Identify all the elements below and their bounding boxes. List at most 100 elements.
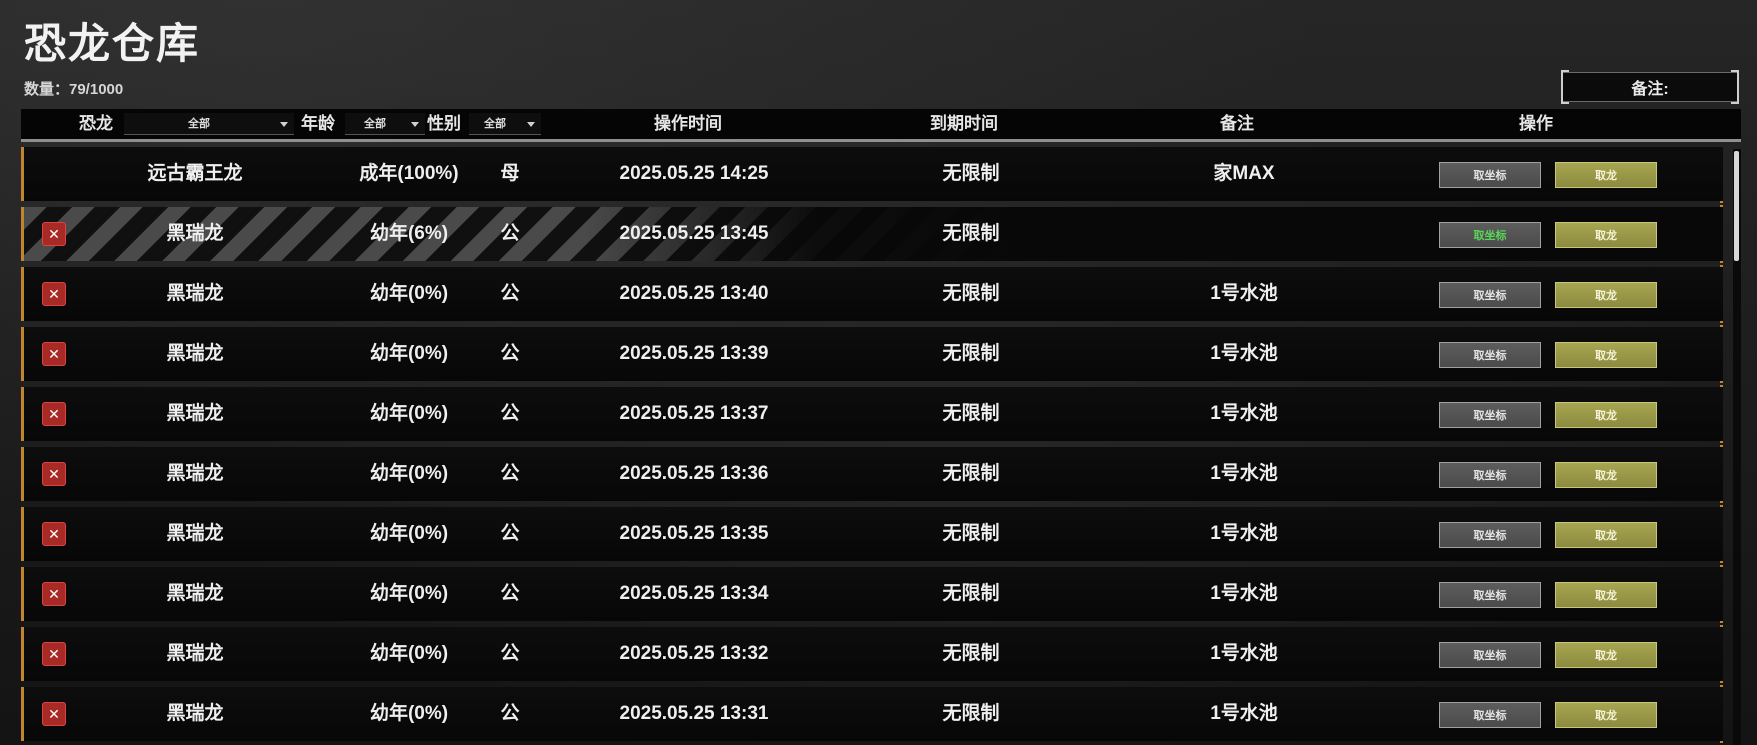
column-action: 操作 [1519,114,1553,133]
column-gender: 性别 [427,114,461,133]
dino-note: 1号水池 [1210,343,1278,364]
close-icon[interactable]: ✕ [42,702,66,726]
expire-time: 无限制 [942,463,1000,484]
table-row[interactable]: ✕ 黑瑞龙 幼年(0%) 公 2025.05.25 13:37 无限制 1号水池 取坐标 取龙 [21,385,1723,443]
take-dino-button[interactable]: 取龙 [1555,342,1657,368]
dino-note: 1号水池 [1210,703,1278,724]
close-icon[interactable]: ✕ [42,462,66,486]
dino-gender: 公 [500,223,520,244]
dino-gender: 母 [500,163,520,184]
close-icon[interactable]: ✕ [42,522,66,546]
close-icon[interactable]: ✕ [42,282,66,306]
operation-time: 2025.05.25 14:25 [619,163,769,184]
dino-filter-dropdown[interactable]: 全部 [124,113,294,135]
operation-time: 2025.05.25 13:35 [619,523,769,544]
operation-time: 2025.05.25 13:45 [619,223,769,244]
get-coordinates-button[interactable]: 取坐标 [1439,282,1541,308]
note-filter-button[interactable]: 备注: [1561,70,1739,104]
get-coordinates-button[interactable]: 取坐标 [1439,642,1541,668]
dino-name: 黑瑞龙 [166,463,224,484]
expire-time: 无限制 [942,643,1000,664]
page-title: 恐龙仓库 [24,20,201,67]
age-filter-dropdown[interactable]: 全部 [345,113,425,135]
table-row[interactable]: ✕ 黑瑞龙 幼年(0%) 公 2025.05.25 13:40 无限制 1号水池 取坐标 取龙 [21,265,1723,323]
chevron-down-icon [280,122,288,127]
take-dino-button[interactable]: 取龙 [1555,402,1657,428]
table-row[interactable]: ✕ 黑瑞龙 幼年(0%) 公 2025.05.25 13:34 无限制 1号水池 取坐标 取龙 [21,565,1723,623]
take-dino-button[interactable]: 取龙 [1555,162,1657,188]
dino-name: 黑瑞龙 [166,583,224,604]
dino-list: 远古霸王龙 成年(100%) 母 2025.05.25 14:25 无限制 家MAX 取坐标… [21,147,1723,745]
close-icon[interactable]: ✕ [42,642,66,666]
take-dino-button[interactable]: 取龙 [1555,642,1657,668]
dino-note: 1号水池 [1210,523,1278,544]
table-header: 恐龙 全部 年龄 全部 性别 全部 操作时间 到期时间 备注 操作 [21,109,1741,142]
column-dino: 恐龙 [79,114,113,133]
close-icon[interactable]: ✕ [42,342,66,366]
column-note: 备注 [1220,114,1254,133]
table-row[interactable]: 远古霸王龙 成年(100%) 母 2025.05.25 14:25 无限制 家MAX 取坐标… [21,147,1723,203]
operation-time: 2025.05.25 13:40 [619,283,769,304]
dino-name: 远古霸王龙 [147,163,243,184]
dino-note: 家MAX [1213,163,1275,184]
operation-time: 2025.05.25 13:36 [619,463,769,484]
expire-time: 无限制 [942,703,1000,724]
take-dino-button[interactable]: 取龙 [1555,522,1657,548]
dino-name: 黑瑞龙 [166,403,224,424]
dino-name: 黑瑞龙 [166,703,224,724]
operation-time: 2025.05.25 13:34 [619,583,769,604]
close-icon[interactable]: ✕ [42,222,66,246]
note-filter-label: 备注: [1631,81,1669,98]
get-coordinates-button[interactable]: 取坐标 [1439,342,1541,368]
table-row[interactable]: ✕ 黑瑞龙 幼年(0%) 公 2025.05.25 13:35 无限制 1号水池 取坐标 取龙 [21,505,1723,563]
dino-gender: 公 [500,583,520,604]
take-dino-button[interactable]: 取龙 [1555,222,1657,248]
expire-time: 无限制 [942,283,1000,304]
dino-gender: 公 [500,643,520,664]
dino-gender: 公 [500,703,520,724]
table-row[interactable]: ✕ 黑瑞龙 幼年(0%) 公 2025.05.25 13:39 无限制 1号水池 取坐标 取龙 [21,325,1723,383]
storage-count: 数量：79/1000 [24,81,124,98]
get-coordinates-button[interactable]: 取坐标 [1439,462,1541,488]
take-dino-button[interactable]: 取龙 [1555,582,1657,608]
dino-name: 黑瑞龙 [166,523,224,544]
get-coordinates-button[interactable]: 取坐标 [1439,222,1541,248]
dino-age: 幼年(6%) [369,223,449,244]
take-dino-button[interactable]: 取龙 [1555,462,1657,488]
dino-gender: 公 [500,283,520,304]
expire-time: 无限制 [942,343,1000,364]
get-coordinates-button[interactable]: 取坐标 [1439,702,1541,728]
get-coordinates-button[interactable]: 取坐标 [1439,582,1541,608]
take-dino-button[interactable]: 取龙 [1555,702,1657,728]
operation-time: 2025.05.25 13:32 [619,643,769,664]
table-row[interactable]: ✕ 黑瑞龙 幼年(6%) 公 2025.05.25 13:45 无限制 取坐标 取龙 [21,205,1723,263]
chevron-down-icon [527,122,535,127]
dino-name: 黑瑞龙 [166,223,224,244]
expire-time: 无限制 [942,403,1000,424]
dino-gender: 公 [500,523,520,544]
get-coordinates-button[interactable]: 取坐标 [1439,162,1541,188]
dino-gender: 公 [500,403,520,424]
close-icon[interactable]: ✕ [42,582,66,606]
expire-time: 无限制 [942,583,1000,604]
dino-age: 幼年(0%) [369,703,449,724]
get-coordinates-button[interactable]: 取坐标 [1439,522,1541,548]
dino-age: 幼年(0%) [369,403,449,424]
scrollbar-thumb[interactable] [1734,151,1739,261]
table-row[interactable]: ✕ 黑瑞龙 幼年(0%) 公 2025.05.25 13:31 无限制 1号水池 取坐标 取龙 [21,685,1723,743]
column-expire: 到期时间 [930,114,998,133]
dino-note: 1号水池 [1210,643,1278,664]
take-dino-button[interactable]: 取龙 [1555,282,1657,308]
dino-gender: 公 [500,343,520,364]
operation-time: 2025.05.25 13:31 [619,703,769,724]
expire-time: 无限制 [942,523,1000,544]
dino-age: 成年(100%) [359,163,459,184]
gender-filter-dropdown[interactable]: 全部 [469,113,541,135]
dino-gender: 公 [500,463,520,484]
table-row[interactable]: ✕ 黑瑞龙 幼年(0%) 公 2025.05.25 13:32 无限制 1号水池 取坐标 取龙 [21,625,1723,683]
get-coordinates-button[interactable]: 取坐标 [1439,402,1541,428]
expire-time: 无限制 [942,163,1000,184]
close-icon[interactable]: ✕ [42,402,66,426]
table-row[interactable]: ✕ 黑瑞龙 幼年(0%) 公 2025.05.25 13:36 无限制 1号水池 取坐标 取龙 [21,445,1723,503]
dino-age: 幼年(0%) [369,283,449,304]
